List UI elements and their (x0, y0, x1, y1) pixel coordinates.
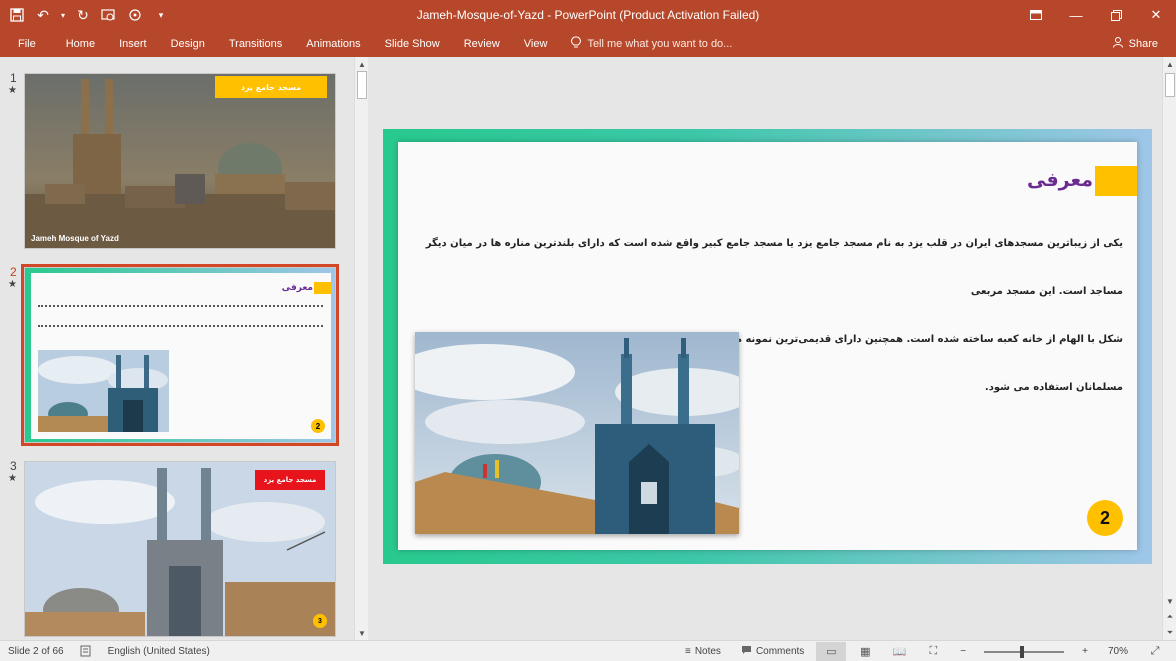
status-right-controls: ≡ Notes Comments ▭ ▦ 📖 ⛶ − + 70% ⤢ (677, 641, 1170, 661)
notes-icon: ≡ (684, 646, 691, 657)
fit-slide-icon[interactable]: ⤢ (1140, 642, 1170, 661)
thumbnail-number: 2 (10, 265, 17, 279)
zoom-slider-knob[interactable] (1020, 645, 1025, 658)
slide-scrollbar[interactable]: ▲ ▼ ⏶ ⏷ (1162, 57, 1176, 640)
animation-star-icon: ★ (8, 279, 17, 290)
slide-heading[interactable]: معرفی (1027, 169, 1093, 191)
redo-icon[interactable]: ↻ (72, 4, 94, 26)
thumbnail-slide-3[interactable]: مسجد جامع یزد 3 (24, 461, 336, 637)
tab-file[interactable]: File (0, 30, 54, 57)
tab-design[interactable]: Design (159, 30, 217, 57)
zoom-level[interactable]: 70% (1100, 646, 1136, 657)
scroll-down-icon[interactable]: ▼ (355, 626, 369, 640)
thumbnail-title-badge: مسجد جامع یزد (255, 470, 325, 490)
body-line: یکی از زیباترین مسجدهای ایران در قلب یزد… (425, 238, 1123, 297)
scrollbar-thumb[interactable] (357, 71, 367, 99)
slide-counter: Slide 2 of 66 (8, 645, 64, 657)
tab-view[interactable]: View (512, 30, 560, 57)
thumbnail-scrollbar[interactable]: ▲ ▼ (354, 57, 368, 640)
thumbnail-heading: معرفی (281, 283, 313, 293)
animation-star-icon: ★ (8, 85, 17, 96)
thumbnail-slide-2-canvas: معرفی 2 (31, 273, 331, 439)
zoom-in-icon[interactable]: + (1074, 646, 1096, 657)
window-title: Jameh-Mosque-of-Yazd - PowerPoint (Produ… (416, 8, 760, 22)
share-button[interactable]: Share (1104, 33, 1166, 54)
thumbnail-number: 1 (10, 71, 17, 85)
scroll-down-icon[interactable]: ▼ (1163, 594, 1176, 608)
tell-me-text: Tell me what you want to do... (587, 37, 733, 50)
mosque-skyline-image (25, 74, 335, 248)
thumbnail-text-line (38, 325, 323, 327)
tell-me-box[interactable]: Tell me what you want to do... (571, 36, 732, 52)
animation-star-icon: ★ (8, 473, 17, 484)
notes-button[interactable]: ≡ Notes (677, 646, 729, 657)
window-controls: — ✕ (1016, 0, 1176, 30)
normal-view-icon[interactable]: ▭ (816, 642, 847, 661)
next-slide-icon[interactable]: ⏷ (1163, 626, 1176, 640)
thumbnail-mosque-photo (38, 350, 169, 432)
thumbnail-caption: Jameh Mosque of Yazd (31, 234, 119, 243)
scroll-up-icon[interactable]: ▲ (355, 57, 369, 71)
status-bar: Slide 2 of 66 English (United States) ≡ … (0, 640, 1176, 661)
customize-qat-icon[interactable]: ▾ (150, 4, 172, 26)
slide-sorter-icon[interactable]: ▦ (850, 642, 880, 661)
thumbnail-slide-2[interactable]: معرفی 2 (21, 264, 339, 446)
tab-animations[interactable]: Animations (294, 30, 372, 57)
save-icon[interactable] (6, 4, 28, 26)
comments-label: Comments (755, 646, 805, 657)
quick-access-toolbar: ↶ ▾ ↻ ▾ (0, 4, 172, 26)
scroll-up-icon[interactable]: ▲ (1163, 57, 1176, 71)
language-indicator[interactable]: English (United States) (100, 646, 218, 657)
thumbnail-text-line (38, 305, 323, 307)
mosque-photo[interactable] (415, 332, 739, 534)
slide-thumbnail-pane: 1 ★ مسجد جامع یزد Jameh Mosque of Yazd 2… (0, 57, 370, 640)
slide-page-number: 2 (1087, 500, 1123, 536)
lightbulb-icon (571, 36, 582, 52)
thumbnail-page-number: 2 (311, 419, 325, 433)
thumbnail-slide-1[interactable]: مسجد جامع یزد Jameh Mosque of Yazd (24, 73, 336, 249)
current-slide[interactable]: معرفی یکی از زیباترین مسجدهای ایران در ق… (383, 129, 1152, 564)
comment-icon (741, 645, 752, 658)
scrollbar-thumb[interactable] (1165, 73, 1175, 97)
thumbnail-title-badge: مسجد جامع یزد (215, 76, 327, 98)
minimize-icon[interactable]: — (1056, 0, 1096, 30)
person-icon (1112, 36, 1124, 51)
zoom-slider[interactable] (984, 645, 1065, 658)
tab-slide-show[interactable]: Slide Show (373, 30, 452, 57)
spell-check-icon[interactable] (72, 645, 100, 657)
heading-accent-bar (1095, 166, 1137, 196)
tab-home[interactable]: Home (54, 30, 107, 57)
thumbnail-page-number: 3 (313, 614, 327, 628)
slide-show-icon[interactable]: ⛶ (918, 642, 948, 661)
slide-canvas: معرفی یکی از زیباترین مسجدهای ایران در ق… (398, 142, 1137, 550)
comments-button[interactable]: Comments (733, 645, 812, 658)
share-label: Share (1128, 37, 1158, 50)
notes-label: Notes (694, 646, 721, 657)
undo-icon[interactable]: ↶ (32, 4, 54, 26)
ribbon-display-options-icon[interactable] (1016, 0, 1056, 30)
tab-insert[interactable]: Insert (107, 30, 159, 57)
ribbon-tabs: File Home Insert Design Transitions Anim… (0, 30, 1176, 57)
thumbnail-yellow-bar (314, 282, 331, 294)
undo-dropdown-icon[interactable]: ▾ (58, 4, 68, 26)
title-bar: ↶ ▾ ↻ ▾ Jameh-Mosque-of-Yazd - PowerPoin… (0, 0, 1176, 30)
zoom-out-icon[interactable]: − (952, 646, 974, 657)
tab-review[interactable]: Review (452, 30, 512, 57)
restore-icon[interactable] (1096, 0, 1136, 30)
previous-slide-icon[interactable]: ⏶ (1163, 610, 1176, 624)
reading-view-icon[interactable]: 📖 (884, 642, 914, 661)
touch-mode-icon[interactable] (124, 4, 146, 26)
close-icon[interactable]: ✕ (1136, 0, 1176, 30)
tab-transitions[interactable]: Transitions (217, 30, 294, 57)
start-from-beginning-icon[interactable] (98, 4, 120, 26)
thumbnail-number: 3 (10, 459, 17, 473)
